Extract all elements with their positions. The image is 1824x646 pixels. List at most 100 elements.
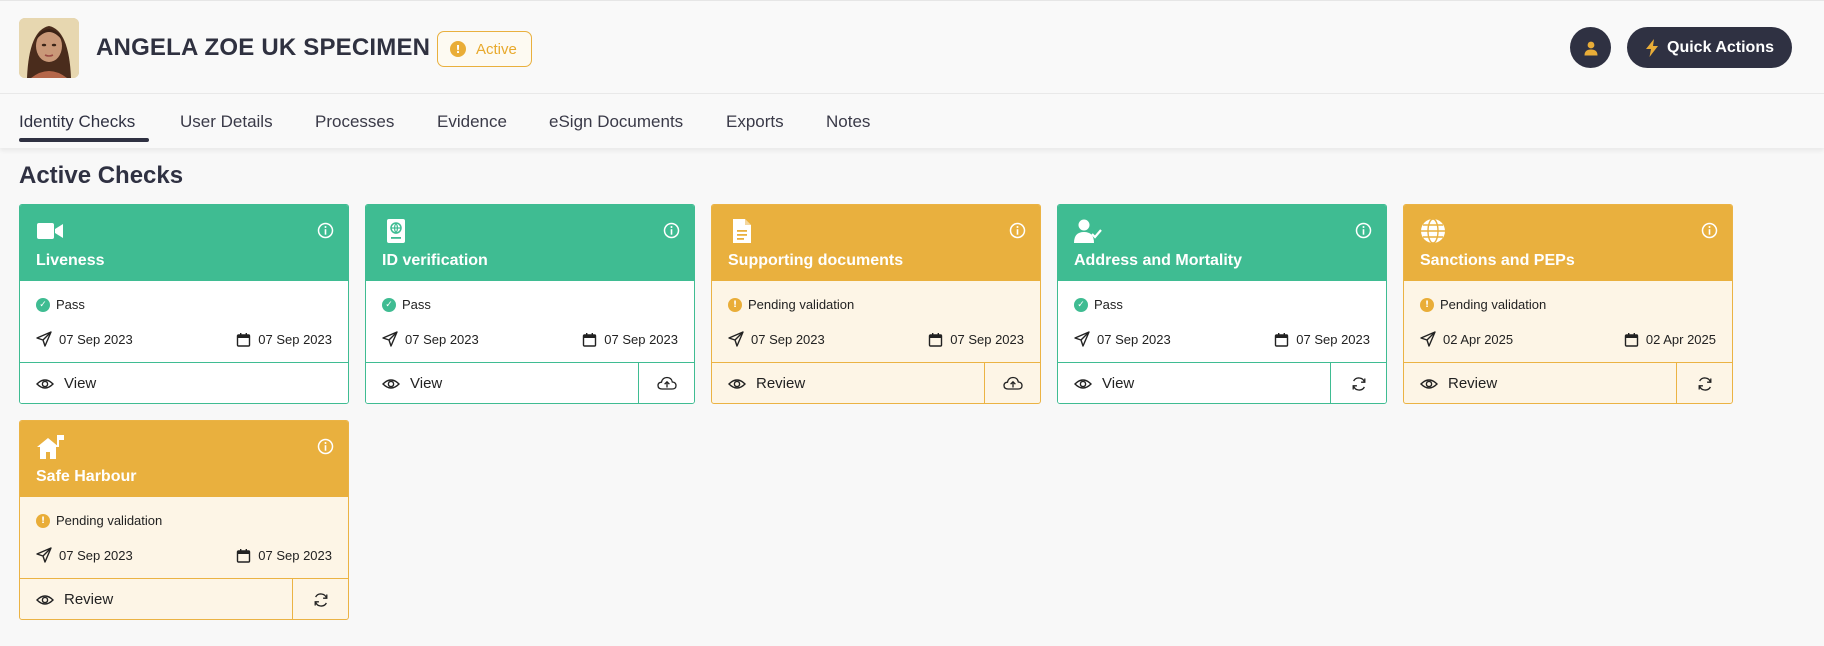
- user-check-icon: [1074, 219, 1102, 243]
- calendar-icon: [1624, 332, 1639, 347]
- info-icon[interactable]: [317, 438, 334, 455]
- date-row: 02 Apr 2025 02 Apr 2025: [1420, 331, 1716, 347]
- status-badge-label: Active: [476, 40, 517, 58]
- eye-icon: [382, 378, 400, 389]
- card-header: Supporting documents: [712, 205, 1040, 281]
- tab-notes[interactable]: Notes: [826, 112, 870, 132]
- check-card-liveness: Liveness ✓ Pass 07 Sep 2023 07 Sep 2023 …: [19, 204, 349, 404]
- user-name: ANGELA ZOE UK SPECIMEN: [96, 34, 431, 61]
- check-card-safe-harbour: Safe Harbour ! Pending validation 07 Sep…: [19, 420, 349, 620]
- review-button-label: Review: [756, 375, 806, 392]
- review-button-label: Review: [64, 591, 114, 608]
- upload-button[interactable]: [984, 363, 1040, 403]
- check-status: ✓ Pass: [36, 297, 85, 312]
- check-status: ! Pending validation: [728, 297, 854, 312]
- globe-icon: [1421, 218, 1445, 244]
- check-card-supporting-documents: Supporting documents ! Pending validatio…: [711, 204, 1041, 404]
- card-footer: Review: [1404, 362, 1732, 403]
- tab-processes[interactable]: Processes: [315, 112, 394, 132]
- card-footer: Review: [712, 362, 1040, 403]
- check-card-address-and-mortality: Address and Mortality ✓ Pass 07 Sep 2023…: [1057, 204, 1387, 404]
- status-badge: ! Active: [437, 31, 532, 67]
- status-label: Pass: [402, 297, 431, 312]
- tab-esign-documents[interactable]: eSign Documents: [549, 112, 683, 132]
- active-tab-indicator: [19, 138, 149, 142]
- info-icon[interactable]: [663, 222, 680, 239]
- card-header: Sanctions and PEPs: [1404, 205, 1732, 281]
- status-label: Pass: [56, 297, 85, 312]
- calendar-icon: [237, 548, 251, 563]
- refresh-icon: [314, 592, 327, 607]
- card-title: Sanctions and PEPs: [1420, 252, 1575, 269]
- date-row: 07 Sep 2023 07 Sep 2023: [728, 331, 1024, 347]
- house-flag-icon: [37, 435, 64, 459]
- calendar-icon: [583, 332, 597, 347]
- user-photo: [19, 18, 79, 78]
- review-button[interactable]: Review: [20, 579, 292, 619]
- tab-identity-checks[interactable]: Identity Checks: [19, 112, 135, 132]
- card-title: Safe Harbour: [36, 468, 137, 485]
- eye-icon: [1420, 378, 1438, 389]
- user-icon: [1584, 41, 1597, 55]
- check-status: ! Pending validation: [1420, 297, 1546, 312]
- card-footer: Review: [20, 578, 348, 619]
- exclamation-icon: !: [450, 41, 466, 57]
- card-header: Liveness: [20, 205, 348, 281]
- status-label: Pending validation: [1440, 297, 1547, 312]
- status-label: Pass: [1094, 297, 1123, 312]
- review-button[interactable]: Review: [712, 363, 984, 403]
- tab-evidence[interactable]: Evidence: [437, 112, 507, 132]
- refresh-button[interactable]: [292, 579, 348, 619]
- view-button[interactable]: View: [1058, 363, 1330, 403]
- updated-date: 07 Sep 2023: [258, 547, 332, 563]
- updated-date: 07 Sep 2023: [604, 331, 678, 347]
- updated-date: 07 Sep 2023: [950, 331, 1024, 347]
- quick-actions-button[interactable]: Quick Actions: [1627, 27, 1792, 68]
- calendar-icon: [1275, 332, 1289, 347]
- view-button-label: View: [1102, 375, 1135, 392]
- card-footer: View: [20, 362, 348, 403]
- status-label: Pending validation: [748, 297, 855, 312]
- updated-date: 07 Sep 2023: [1296, 331, 1370, 347]
- info-icon[interactable]: [1355, 222, 1372, 239]
- card-title: Liveness: [36, 252, 105, 269]
- calendar-icon: [237, 332, 251, 347]
- calendar-icon: [929, 332, 943, 347]
- card-header: Address and Mortality: [1058, 205, 1386, 281]
- paper-plane-icon: [36, 547, 52, 563]
- exclamation-circle-icon: !: [728, 297, 742, 312]
- tab-bar: Identity Checks User Details Processes E…: [0, 94, 1824, 148]
- info-icon[interactable]: [1009, 222, 1026, 239]
- upload-button[interactable]: [638, 363, 694, 403]
- info-icon[interactable]: [1701, 222, 1718, 239]
- view-button[interactable]: View: [20, 363, 348, 403]
- tab-exports[interactable]: Exports: [726, 112, 784, 132]
- card-title: Supporting documents: [728, 252, 904, 269]
- date-row: 07 Sep 2023 07 Sep 2023: [36, 547, 332, 563]
- refresh-button[interactable]: [1676, 363, 1732, 403]
- eye-icon: [36, 594, 54, 605]
- paper-plane-icon: [36, 331, 52, 347]
- info-icon[interactable]: [317, 222, 334, 239]
- check-status: ✓ Pass: [382, 297, 431, 312]
- profile-button[interactable]: [1570, 27, 1611, 68]
- check-status: ! Pending validation: [36, 513, 162, 528]
- check-circle-icon: ✓: [36, 297, 50, 312]
- updated-date: 07 Sep 2023: [258, 331, 332, 347]
- updated-date: 02 Apr 2025: [1645, 331, 1716, 347]
- eye-icon: [36, 378, 54, 389]
- exclamation-circle-icon: !: [36, 513, 50, 528]
- refresh-button[interactable]: [1330, 363, 1386, 403]
- sent-date: 07 Sep 2023: [59, 547, 133, 563]
- tab-user-details[interactable]: User Details: [180, 112, 273, 132]
- view-button[interactable]: View: [366, 363, 638, 403]
- check-status: ✓ Pass: [1074, 297, 1123, 312]
- paper-plane-icon: [1420, 331, 1436, 347]
- refresh-icon: [1698, 376, 1711, 391]
- review-button[interactable]: Review: [1404, 363, 1676, 403]
- passport-icon: [387, 219, 405, 243]
- quick-actions-label: Quick Actions: [1667, 38, 1774, 56]
- check-card-sanctions-and-peps: Sanctions and PEPs ! Pending validation …: [1403, 204, 1733, 404]
- lightning-icon: [1646, 38, 1658, 57]
- eye-icon: [1074, 378, 1092, 389]
